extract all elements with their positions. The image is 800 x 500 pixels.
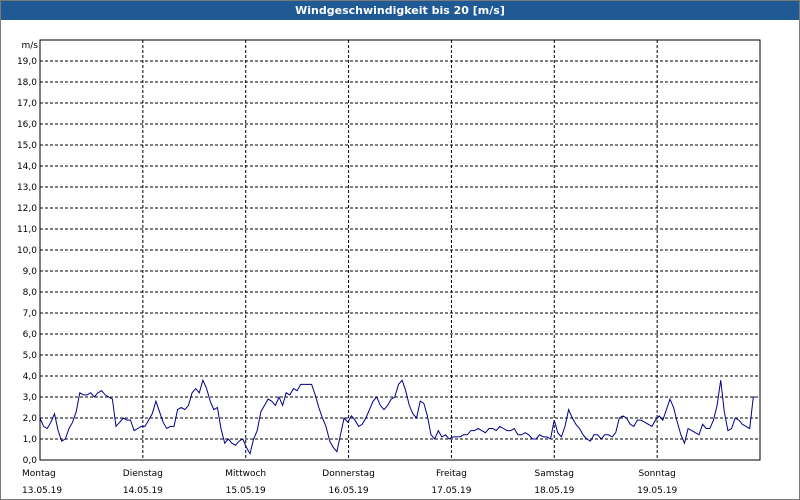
y-tick-label: 18,0 [17, 78, 37, 88]
y-tick-label: 0,0 [23, 456, 38, 466]
grid-lines [40, 40, 760, 460]
y-tick-label: 19,0 [17, 57, 37, 67]
x-tick-day-label: Mittwoch [225, 469, 266, 479]
x-tick-date-label: 16.05.19 [329, 486, 369, 496]
x-tick-date-label: 14.05.19 [123, 486, 163, 496]
y-tick-label: 7,0 [23, 309, 38, 319]
y-tick-label: 9,0 [23, 267, 38, 277]
x-tick-day-label: Samstag [535, 469, 574, 479]
x-tick-day-label: Donnerstag [322, 469, 375, 479]
y-tick-label: 3,0 [23, 393, 38, 403]
y-axis-label: m/s [22, 41, 39, 51]
y-tick-label: 12,0 [17, 204, 37, 214]
y-tick-label: 8,0 [23, 288, 38, 298]
x-tick-day-label: Freitag [436, 469, 467, 479]
y-tick-label: 13,0 [17, 183, 37, 193]
y-axis-ticks: 0,0 1,0 2,0 3,0 4,0 5,0 6,0 7,0 8,0 9,0 10,0 11,0 12… [17, 57, 37, 466]
x-tick-day-label: Montag [22, 469, 56, 479]
x-tick-day-label: Sonntag [638, 469, 675, 479]
x-axis-ticks: Montag 13.05.19 Dienstag 14.05.19 Mittwoch 15… [22, 469, 677, 496]
x-tick-date-label: 13.05.19 [22, 486, 62, 496]
y-tick-label: 2,0 [23, 414, 38, 424]
y-tick-label: 11,0 [17, 225, 37, 235]
y-tick-label: 10,0 [17, 246, 37, 256]
y-tick-label: 4,0 [23, 372, 38, 382]
x-tick-date-label: 17.05.19 [431, 486, 471, 496]
wind-speed-line [39, 378, 757, 456]
x-tick-date-label: 19.05.19 [637, 486, 677, 496]
x-tick-date-label: 18.05.19 [534, 486, 574, 496]
y-tick-label: 17,0 [17, 99, 37, 109]
y-tick-label: 5,0 [23, 351, 38, 361]
y-tick-label: 1,0 [23, 435, 38, 445]
y-tick-label: 15,0 [17, 141, 37, 151]
y-tick-label: 14,0 [17, 162, 37, 172]
y-tick-label: 6,0 [23, 330, 38, 340]
y-tick-label: 16,0 [17, 120, 37, 130]
x-tick-date-label: 15.05.19 [226, 486, 266, 496]
x-tick-day-label: Dienstag [123, 469, 163, 479]
wind-speed-chart: m/s 0,0 1,0 2,0 3,0 4,0 5,0 6,0 7,0 8,0 9,0 10,0 11… [17, 39, 761, 496]
